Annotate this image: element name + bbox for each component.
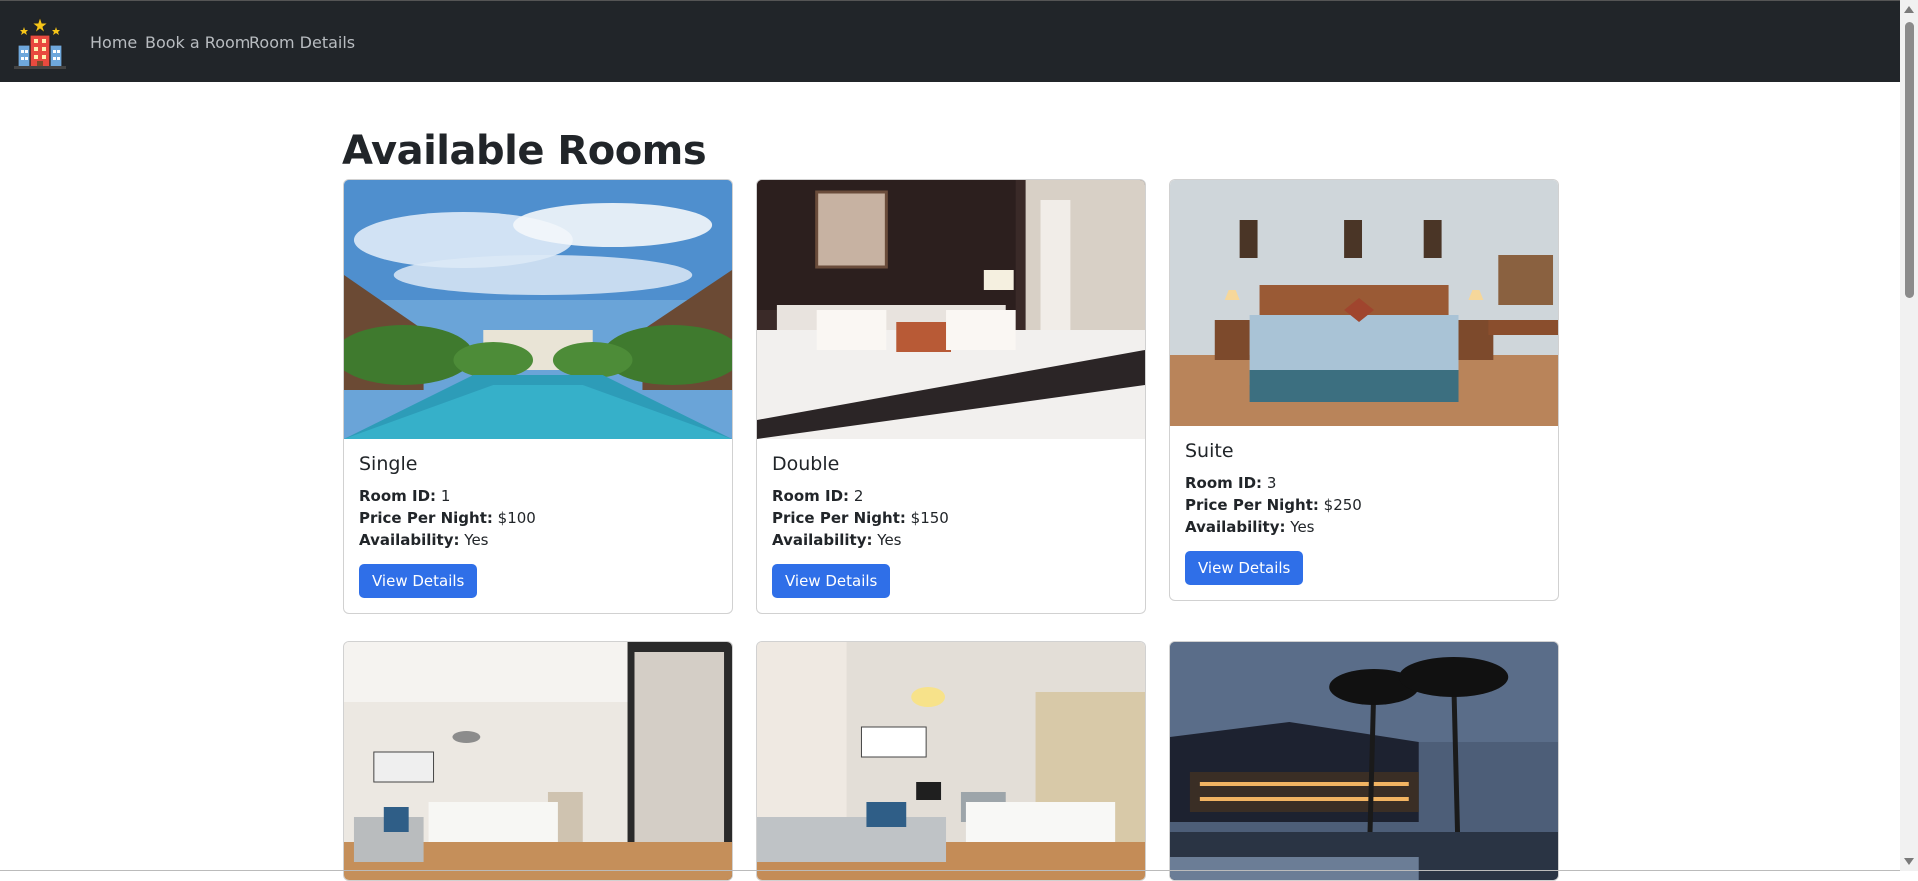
availability-value: Yes: [464, 531, 489, 549]
price-label: Price Per Night:: [772, 509, 906, 527]
page-title: Available Rooms: [342, 128, 707, 174]
room-id-label: Room ID:: [359, 487, 437, 505]
view-details-button[interactable]: View Details: [359, 564, 478, 598]
resort-pool-photo: [344, 180, 732, 439]
room-card: Double Room ID: 2 Price Per Night: $150 …: [756, 179, 1146, 614]
scroll-up-arrow-icon[interactable]: [1904, 6, 1914, 13]
hotel-bedroom-photo: [757, 180, 1145, 439]
room-type: Suite: [1185, 440, 1234, 462]
room-id-value: 2: [853, 487, 864, 505]
room-card: Single Room ID: 1 Price Per Night: $100 …: [343, 179, 733, 614]
room-card: [1169, 641, 1559, 881]
view-details-button[interactable]: View Details: [1185, 551, 1304, 585]
hotel-room-desk-photo: [757, 642, 1145, 880]
price-value: $250: [1323, 496, 1362, 514]
price-value: $100: [497, 509, 536, 527]
room-id-value: 3: [1266, 474, 1277, 492]
price-value: $150: [910, 509, 949, 527]
resort-night-palms-photo: [1170, 642, 1558, 880]
price-label: Price Per Night:: [359, 509, 493, 527]
hotel-building-icon[interactable]: [12, 15, 68, 71]
suite-bedroom-photo: [1170, 180, 1558, 426]
nav-book-room-link[interactable]: Book a Room: [145, 33, 250, 52]
navbar: Home Book a Room Room Details: [0, 0, 1900, 82]
hotel-room-twin-beds-photo: [344, 642, 732, 880]
room-type: Single: [359, 453, 418, 475]
nav-room-details-link[interactable]: Room Details: [249, 33, 355, 52]
room-id-label: Room ID:: [772, 487, 850, 505]
vertical-scrollbar[interactable]: [1900, 0, 1918, 871]
availability-label: Availability:: [359, 531, 460, 549]
availability-value: Yes: [1290, 518, 1315, 536]
room-card: Suite Room ID: 3 Price Per Night: $250 A…: [1169, 179, 1559, 601]
scroll-thumb[interactable]: [1905, 22, 1914, 298]
scroll-down-arrow-icon[interactable]: [1904, 858, 1914, 865]
availability-label: Availability:: [1185, 518, 1286, 536]
room-card: [756, 641, 1146, 881]
view-details-button[interactable]: View Details: [772, 564, 891, 598]
room-card: [343, 641, 733, 881]
room-id-label: Room ID:: [1185, 474, 1263, 492]
availability-label: Availability:: [772, 531, 873, 549]
room-type: Double: [772, 453, 840, 475]
price-label: Price Per Night:: [1185, 496, 1319, 514]
room-id-value: 1: [440, 487, 451, 505]
availability-value: Yes: [877, 531, 902, 549]
nav-home-link[interactable]: Home: [90, 33, 137, 52]
